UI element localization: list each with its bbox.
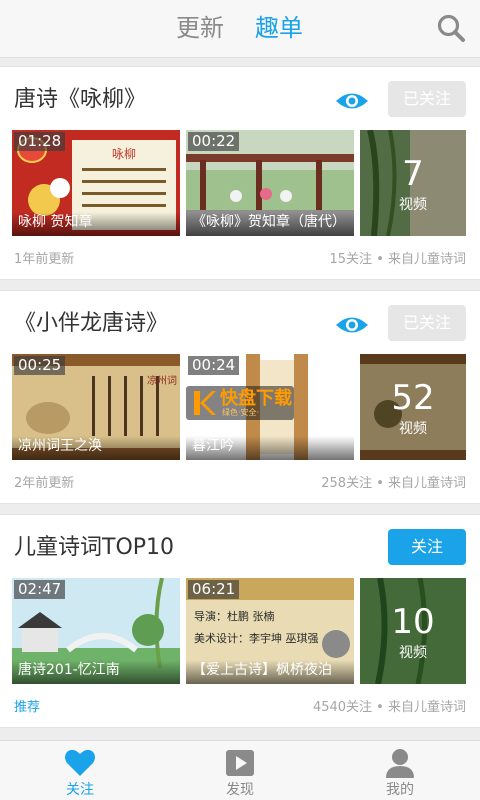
eye-icon — [336, 93, 368, 109]
video-thumbnail[interactable]: 咏柳 01:28 咏柳 贺知章 — [12, 130, 180, 236]
follow-button[interactable]: 关注 — [388, 529, 466, 565]
search-icon[interactable] — [436, 13, 466, 43]
update-time: 2年前更新 — [14, 476, 75, 491]
heart-icon — [65, 749, 95, 776]
video-title: 凉州词王之涣 — [12, 436, 180, 460]
top-bar: 更新 趣单 — [0, 0, 480, 58]
update-time: 1年前更新 — [14, 252, 75, 267]
video-duration: 00:24 — [188, 356, 240, 375]
video-title: 《咏柳》贺知章（唐代） — [186, 212, 354, 236]
video-thumbnail[interactable]: 02:47 唐诗201-忆江南 — [12, 578, 180, 684]
credits-art-text: 美术设计：李宇坤 巫琪强 — [194, 631, 319, 645]
tab-update[interactable]: 更新 — [176, 12, 224, 44]
play-icon — [226, 750, 254, 776]
followed-button[interactable]: 已关注 — [388, 81, 466, 117]
nav-follow-label: 关注 — [66, 782, 94, 798]
followed-button[interactable]: 已关注 — [388, 305, 466, 341]
playlist-card[interactable]: 唐诗《咏柳》 已关注 咏柳 01:28 咏柳 贺知章 00:22 《咏柳》贺知章… — [0, 66, 480, 280]
user-icon — [386, 749, 414, 778]
nav-follow[interactable]: 关注 — [0, 741, 160, 800]
eye-icon — [336, 317, 368, 333]
watermark-logo-icon — [194, 391, 216, 415]
playlist-title: 唐诗《咏柳》 — [14, 87, 147, 112]
video-thumbnail[interactable]: 00:22 《咏柳》贺知章（唐代） — [186, 130, 354, 236]
video-thumbnail[interactable]: 凉州词 00:25 凉州词王之涣 — [12, 354, 180, 460]
video-count: 10 — [391, 602, 435, 642]
video-duration: 06:21 — [188, 580, 240, 599]
video-count-unit: 视频 — [399, 645, 427, 661]
video-count: 7 — [402, 154, 424, 194]
more-videos-tile[interactable]: 10 视频 — [360, 578, 466, 684]
playlist-title: 《小伴龙唐诗》 — [14, 311, 169, 336]
video-duration: 01:28 — [14, 132, 66, 151]
video-duration: 00:25 — [14, 356, 66, 375]
follow-stats: 4540关注 • 来自儿童诗词 — [312, 700, 466, 715]
app: 更新 趣单 唐诗《咏柳》 已关注 咏柳 01:28 咏柳 贺知章 00:22 《… — [0, 0, 480, 800]
nav-discover-label: 发现 — [226, 782, 254, 798]
playlist-title: 儿童诗词TOP10 — [14, 535, 175, 560]
more-videos-tile[interactable]: 7 视频 — [360, 130, 466, 236]
follow-stats: 258关注 • 来自儿童诗词 — [321, 476, 466, 491]
watermark-text: 快盘下载 — [220, 388, 292, 409]
scroll-title-text: 凉州词 — [147, 374, 177, 387]
follow-stats: 15关注 • 来自儿童诗词 — [329, 252, 466, 267]
playlist-card[interactable]: 儿童诗词TOP10 关注 02:47 唐诗201-忆江南 导演：杜鹏 张楠 美术… — [0, 514, 480, 728]
nav-mine[interactable]: 我的 — [320, 741, 480, 800]
video-count-unit: 视频 — [399, 421, 427, 437]
watermark-subtext: 绿色·安全· — [222, 408, 260, 417]
recommend-tag: 推荐 — [14, 700, 41, 715]
nav-mine-label: 我的 — [386, 782, 414, 798]
video-title: 【爱上古诗】枫桥夜泊 — [186, 660, 354, 684]
watermark: 快盘下载 绿色·安全· — [186, 386, 294, 420]
more-videos-tile[interactable]: 52 视频 — [360, 354, 466, 460]
video-title: 咏柳 贺知章 — [12, 212, 180, 236]
video-duration: 00:22 — [188, 132, 240, 151]
poem-title-text: 咏柳 — [112, 147, 136, 161]
video-thumbnail[interactable]: 导演：杜鹏 张楠 美术设计：李宇坤 巫琪强 06:21 【爱上古诗】枫桥夜泊 — [186, 578, 354, 684]
video-count: 52 — [391, 378, 435, 418]
bottom-nav: 关注 发现 我的 — [0, 740, 480, 800]
video-title: 暮江吟 — [186, 436, 354, 460]
video-title: 唐诗201-忆江南 — [12, 660, 180, 684]
video-duration: 02:47 — [14, 580, 66, 599]
credits-director-text: 导演：杜鹏 张楠 — [194, 609, 275, 623]
video-count-unit: 视频 — [399, 197, 427, 213]
tab-fun[interactable]: 趣单 — [255, 12, 303, 44]
nav-discover[interactable]: 发现 — [160, 741, 320, 800]
